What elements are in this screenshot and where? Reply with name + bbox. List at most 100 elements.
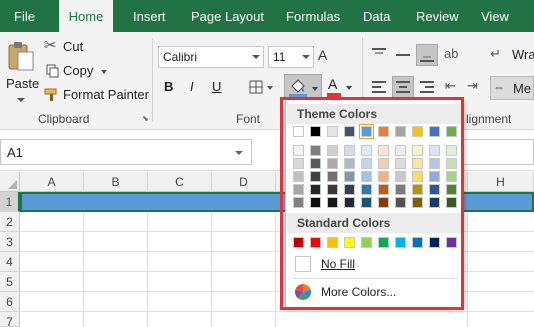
fill-color-button[interactable] xyxy=(284,74,322,100)
theme-shade-swatch[interactable] xyxy=(344,145,355,156)
row-header-5[interactable]: 5 xyxy=(0,272,20,292)
theme-shade-swatch[interactable] xyxy=(429,171,440,182)
font-name-combo[interactable]: Calibri xyxy=(158,46,264,68)
theme-shade-swatch[interactable] xyxy=(395,184,406,195)
standard-color-swatch[interactable] xyxy=(429,237,440,248)
tab-data[interactable]: Data xyxy=(363,0,390,32)
tab-file[interactable]: File xyxy=(14,0,35,32)
theme-shade-swatch[interactable] xyxy=(361,197,372,208)
row-header-6[interactable]: 6 xyxy=(0,292,20,312)
column-header-a[interactable]: A xyxy=(20,172,84,192)
theme-shade-swatch[interactable] xyxy=(412,145,423,156)
theme-color-swatch[interactable] xyxy=(395,126,406,137)
no-fill-option[interactable]: No Fill xyxy=(287,253,464,275)
theme-shade-swatch[interactable] xyxy=(361,184,372,195)
standard-color-swatch[interactable] xyxy=(327,237,338,248)
font-size-combo[interactable]: 11 xyxy=(268,46,314,68)
top-align-button[interactable] xyxy=(368,44,390,66)
theme-shade-swatch[interactable] xyxy=(361,145,372,156)
align-center-button[interactable] xyxy=(392,76,414,98)
theme-shade-swatch[interactable] xyxy=(412,158,423,169)
theme-shade-swatch[interactable] xyxy=(395,197,406,208)
theme-shade-swatch[interactable] xyxy=(344,197,355,208)
column-header-c[interactable]: C xyxy=(148,172,212,192)
italic-button[interactable]: I xyxy=(182,76,204,98)
theme-shade-swatch[interactable] xyxy=(429,184,440,195)
theme-shade-swatch[interactable] xyxy=(446,184,457,195)
theme-shade-swatch[interactable] xyxy=(412,171,423,182)
theme-shade-swatch[interactable] xyxy=(446,158,457,169)
theme-shade-swatch[interactable] xyxy=(446,171,457,182)
align-left-button[interactable] xyxy=(368,76,390,98)
column-header-b[interactable]: B xyxy=(84,172,148,192)
theme-shade-swatch[interactable] xyxy=(327,197,338,208)
theme-color-swatch[interactable] xyxy=(344,126,355,137)
theme-shade-swatch[interactable] xyxy=(327,158,338,169)
row-header-2[interactable]: 2 xyxy=(0,212,20,232)
theme-shade-swatch[interactable] xyxy=(412,197,423,208)
theme-shade-swatch[interactable] xyxy=(378,145,389,156)
theme-color-swatch[interactable] xyxy=(412,126,423,137)
copy-button[interactable]: Copy xyxy=(44,62,110,80)
cut-button[interactable]: ✂ Cut xyxy=(44,37,104,56)
standard-color-swatch[interactable] xyxy=(361,237,372,248)
standard-color-swatch[interactable] xyxy=(378,237,389,248)
select-all-corner[interactable] xyxy=(0,172,20,192)
theme-shade-swatch[interactable] xyxy=(310,197,321,208)
theme-shade-swatch[interactable] xyxy=(446,145,457,156)
standard-color-swatch[interactable] xyxy=(344,237,355,248)
increase-font-button[interactable]: A xyxy=(316,46,338,68)
theme-color-swatch[interactable] xyxy=(327,126,338,137)
tab-view[interactable]: View xyxy=(481,0,509,32)
theme-shade-swatch[interactable] xyxy=(293,197,304,208)
paste-button[interactable]: Paste xyxy=(4,36,39,104)
format-painter-button[interactable]: Format Painter xyxy=(44,86,149,104)
row-header-4[interactable]: 4 xyxy=(0,252,20,272)
merge-center-button[interactable]: ⇔ Me xyxy=(490,76,534,100)
borders-button[interactable] xyxy=(246,76,276,98)
wrap-text-button[interactable]: ↵ Wra xyxy=(490,44,534,66)
theme-shade-swatch[interactable] xyxy=(446,197,457,208)
standard-color-swatch[interactable] xyxy=(446,237,457,248)
theme-shade-swatch[interactable] xyxy=(344,184,355,195)
theme-shade-swatch[interactable] xyxy=(429,145,440,156)
theme-shade-swatch[interactable] xyxy=(293,145,304,156)
tab-formulas[interactable]: Formulas xyxy=(286,0,340,32)
font-color-button[interactable]: A xyxy=(324,76,356,98)
bold-button[interactable]: B xyxy=(158,76,180,98)
theme-shade-swatch[interactable] xyxy=(429,197,440,208)
tab-page-layout[interactable]: Page Layout xyxy=(191,0,264,32)
theme-shade-swatch[interactable] xyxy=(361,171,372,182)
theme-shade-swatch[interactable] xyxy=(429,158,440,169)
theme-shade-swatch[interactable] xyxy=(293,171,304,182)
column-header-h[interactable]: H xyxy=(468,172,534,192)
standard-color-swatch[interactable] xyxy=(310,237,321,248)
tab-home[interactable]: Home xyxy=(59,0,113,32)
theme-shade-swatch[interactable] xyxy=(378,184,389,195)
theme-shade-swatch[interactable] xyxy=(327,184,338,195)
theme-shade-swatch[interactable] xyxy=(378,171,389,182)
theme-color-swatch[interactable] xyxy=(359,124,374,139)
theme-shade-swatch[interactable] xyxy=(310,158,321,169)
align-right-button[interactable] xyxy=(416,76,438,98)
theme-color-swatch[interactable] xyxy=(446,126,457,137)
orientation-button[interactable]: ab xyxy=(442,44,464,66)
clipboard-launcher-icon[interactable]: ⬊ xyxy=(142,114,149,123)
theme-color-swatch[interactable] xyxy=(429,126,440,137)
theme-shade-swatch[interactable] xyxy=(395,145,406,156)
theme-shade-swatch[interactable] xyxy=(395,158,406,169)
theme-shade-swatch[interactable] xyxy=(344,171,355,182)
row-header-1[interactable]: 1 xyxy=(0,192,20,212)
column-header-d[interactable]: D xyxy=(212,172,276,192)
theme-shade-swatch[interactable] xyxy=(344,158,355,169)
more-colors-option[interactable]: More Colors... xyxy=(287,281,464,303)
theme-shade-swatch[interactable] xyxy=(293,184,304,195)
theme-shade-swatch[interactable] xyxy=(327,171,338,182)
name-box[interactable]: A1 xyxy=(0,139,252,165)
middle-align-button[interactable] xyxy=(392,44,414,66)
theme-shade-swatch[interactable] xyxy=(310,145,321,156)
decrease-indent-button[interactable]: ⇤ xyxy=(442,76,464,98)
theme-shade-swatch[interactable] xyxy=(378,197,389,208)
theme-shade-swatch[interactable] xyxy=(327,145,338,156)
tab-insert[interactable]: Insert xyxy=(133,0,166,32)
